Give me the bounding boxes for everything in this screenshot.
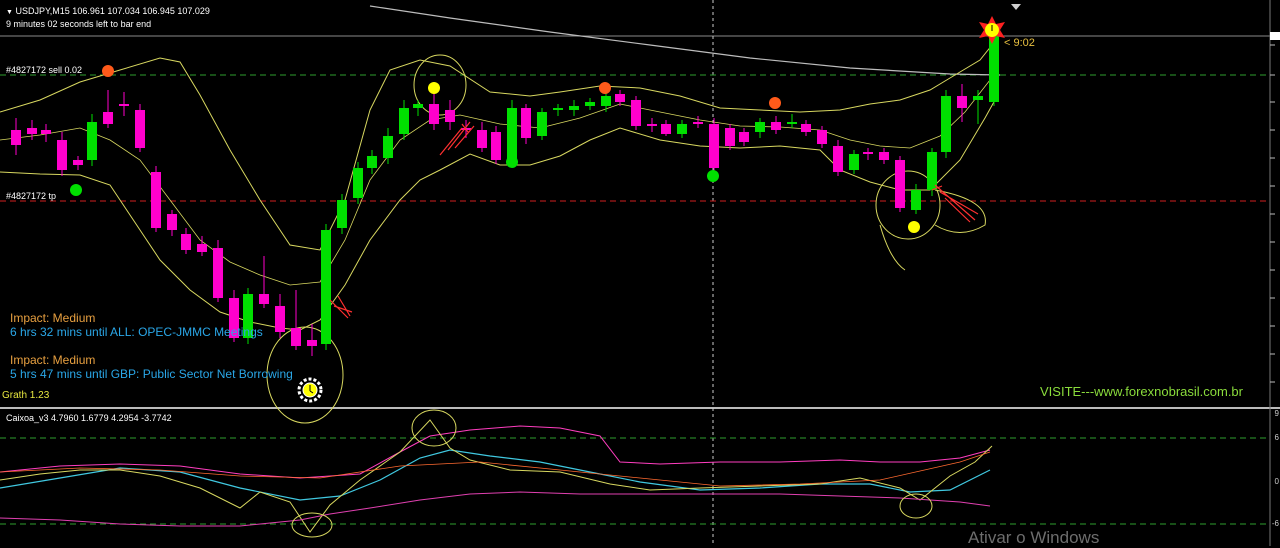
bar-timer-label: < 9:02 [1004, 37, 1035, 49]
candle-body[interactable] [585, 102, 595, 106]
candle-body[interactable] [661, 124, 671, 134]
candle-body[interactable] [927, 152, 937, 190]
signal-dot[interactable] [428, 82, 440, 94]
signal-dot[interactable] [102, 65, 114, 77]
candle-body[interactable] [647, 124, 657, 126]
candle-body[interactable] [87, 122, 97, 160]
indicator-line-magenta-lower [0, 491, 991, 527]
candle-body[interactable] [181, 234, 191, 250]
candle-body[interactable] [307, 340, 317, 346]
candle-body[interactable] [631, 100, 641, 126]
candle-body[interactable] [709, 124, 719, 168]
candle-body[interactable] [755, 122, 765, 132]
sell-order-label[interactable]: #4827172 sell 0.02 [6, 65, 82, 75]
news-impact-1: Impact: Medium [10, 311, 96, 325]
candle-body[interactable] [849, 154, 859, 170]
price-axis-ticks [1270, 44, 1275, 383]
candle-body[interactable] [911, 190, 921, 210]
news-event-2: 5 hrs 47 mins until GBP: Public Sector N… [10, 367, 293, 381]
signal-dot[interactable] [707, 170, 719, 182]
candle-body[interactable] [491, 132, 501, 160]
current-price-marker [1270, 32, 1280, 40]
candle-body[interactable] [167, 214, 177, 230]
indicator-circle-bottom-left [291, 512, 333, 538]
candle-body[interactable] [399, 108, 409, 134]
candle-body[interactable] [895, 160, 905, 208]
candle-body[interactable] [213, 248, 223, 298]
candle-body[interactable] [259, 294, 269, 304]
candle-body[interactable] [337, 200, 347, 228]
indicator-scale-top: 9 [1274, 409, 1279, 418]
candle-body[interactable] [957, 96, 967, 108]
indicator-line-yellow [0, 419, 993, 533]
candle-body[interactable] [771, 122, 781, 130]
candle-body[interactable] [151, 172, 161, 228]
indicator-circle-top [411, 409, 457, 447]
candle-body[interactable] [615, 94, 625, 102]
candle-body[interactable] [27, 128, 37, 134]
candle-body[interactable] [973, 96, 983, 100]
candle-body[interactable] [817, 130, 827, 144]
candle-body[interactable] [801, 124, 811, 132]
candle-body[interactable] [103, 112, 113, 124]
grath-label: Grath 1.23 [2, 390, 50, 401]
candle-body[interactable] [197, 244, 207, 252]
candle-body[interactable] [677, 124, 687, 134]
candle-body[interactable] [353, 168, 363, 198]
candle-body[interactable] [367, 156, 377, 168]
candle-body[interactable] [41, 130, 51, 134]
candle-body[interactable] [321, 230, 331, 344]
candle-body[interactable] [275, 306, 285, 332]
candle-body[interactable] [445, 110, 455, 122]
signal-dot[interactable] [599, 82, 611, 94]
candle-body[interactable] [507, 108, 517, 162]
candle-body[interactable] [739, 132, 749, 142]
symbol-header: ▼ USDJPY,M15 106.961 107.034 106.945 107… [6, 6, 210, 16]
candle-body[interactable] [553, 108, 563, 110]
visit-website-label: VISITE---www.forexnobrasil.com.br [1040, 384, 1243, 399]
candle-body[interactable] [787, 122, 797, 124]
candle-body[interactable] [725, 128, 735, 146]
dropdown-arrow-icon[interactable]: ▼ [6, 9, 13, 16]
indicator-scale-zero: 0 [1274, 477, 1279, 486]
candle-body[interactable] [11, 130, 21, 145]
candle-body[interactable] [863, 152, 873, 154]
candle-body[interactable] [989, 34, 999, 102]
candle-body[interactable] [569, 106, 579, 110]
candle-body[interactable] [941, 96, 951, 152]
candle-body[interactable] [57, 140, 67, 170]
trading-chart-canvas[interactable] [0, 0, 1280, 546]
indicator-scale-upper: 6 [1274, 433, 1279, 442]
windows-activation-watermark: Ativar o Windows [968, 528, 1100, 547]
main-chart-area[interactable] [0, 0, 1270, 407]
signal-dot[interactable] [769, 97, 781, 109]
signal-dot[interactable] [908, 221, 920, 233]
signal-dot[interactable] [70, 184, 82, 196]
indicator-label: Caixoa_v3 4.7960 1.6779 4.2954 -3.7742 [6, 413, 172, 423]
candle-body[interactable] [521, 108, 531, 138]
candle-body[interactable] [429, 104, 439, 124]
candle-body[interactable] [537, 112, 547, 136]
candle-body[interactable] [477, 130, 487, 148]
candle-body[interactable] [601, 96, 611, 106]
news-impact-2: Impact: Medium [10, 353, 96, 367]
signal-dot[interactable] [506, 156, 518, 168]
candle-body[interactable] [879, 152, 889, 160]
candle-body[interactable] [291, 328, 301, 346]
bar-countdown: 9 minutes 02 seconds left to bar end [6, 19, 152, 29]
candle-body[interactable] [833, 146, 843, 172]
candle-body[interactable] [383, 136, 393, 158]
candle-body[interactable] [693, 122, 703, 124]
candle-body[interactable] [135, 110, 145, 148]
symbol-line: USDJPY,M15 106.961 107.034 106.945 107.0… [15, 6, 210, 16]
news-event-1: 6 hrs 32 mins until ALL: OPEC-JMMC Meeti… [10, 325, 263, 339]
indicator-scale-lower: -6 [1271, 519, 1279, 528]
tp-order-label[interactable]: #4827172 tp [6, 191, 56, 201]
candle-body[interactable] [73, 160, 83, 165]
candle-body[interactable] [413, 104, 423, 108]
candle-body[interactable] [119, 104, 129, 106]
